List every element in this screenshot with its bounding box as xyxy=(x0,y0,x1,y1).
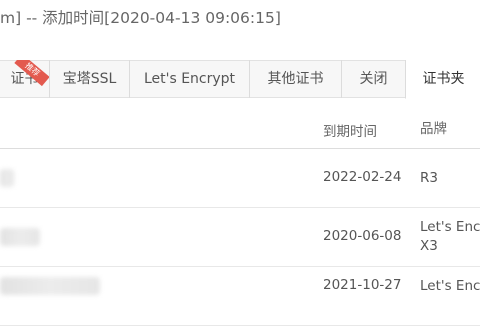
tab-label: 证书夹 xyxy=(422,71,465,87)
recommend-ribbon: 推荐 xyxy=(0,60,49,98)
tab-label: 其他证书 xyxy=(267,71,324,87)
certificate-table: 到期时间 品牌 2022-02-24 R3 2020-06-08 Let's E… xyxy=(0,109,480,326)
window-title-text: m] -- 添加时间[2020-04-13 09:06:15] xyxy=(0,9,281,27)
tab-label: 关闭 xyxy=(359,71,388,87)
cell-brand: Let's Encr X3 xyxy=(420,219,480,254)
tab-certificate[interactable]: 证书 推荐 xyxy=(0,60,49,98)
tab-bar: 证书 推荐 宝塔SSL Let's Encrypt 其他证书 关闭 证书夹 xyxy=(0,60,480,99)
header-expiry: 到期时间 xyxy=(323,124,377,140)
table-row[interactable]: 2021-10-27 Let's Encr xyxy=(0,267,480,326)
cell-brand: R3 xyxy=(420,170,438,186)
blurred-domain xyxy=(0,277,100,295)
blurred-domain xyxy=(0,228,40,246)
recommend-badge: 推荐 xyxy=(14,60,49,87)
cell-expiry: 2020-06-08 xyxy=(323,228,402,244)
tab-other-certificates[interactable]: 其他证书 xyxy=(249,60,341,98)
table-row[interactable]: 2022-02-24 R3 xyxy=(0,149,480,208)
tab-baota-ssl[interactable]: 宝塔SSL xyxy=(49,60,129,98)
tab-label: 宝塔SSL xyxy=(62,71,117,87)
cell-expiry: 2022-02-24 xyxy=(323,169,402,185)
table-header: 到期时间 品牌 xyxy=(0,109,480,149)
tab-label: Let's Encrypt xyxy=(143,71,236,87)
cell-brand: Let's Encr xyxy=(420,278,480,294)
header-brand: 品牌 xyxy=(420,121,447,137)
blurred-domain xyxy=(0,169,14,187)
tab-close[interactable]: 关闭 xyxy=(341,60,405,98)
cell-expiry: 2021-10-27 xyxy=(323,277,402,293)
table-row[interactable]: 2020-06-08 Let's Encr X3 xyxy=(0,208,480,267)
tab-certificate-folder[interactable]: 证书夹 xyxy=(405,60,480,99)
window-title: m] -- 添加时间[2020-04-13 09:06:15] xyxy=(0,0,480,40)
tab-lets-encrypt[interactable]: Let's Encrypt xyxy=(129,60,249,98)
